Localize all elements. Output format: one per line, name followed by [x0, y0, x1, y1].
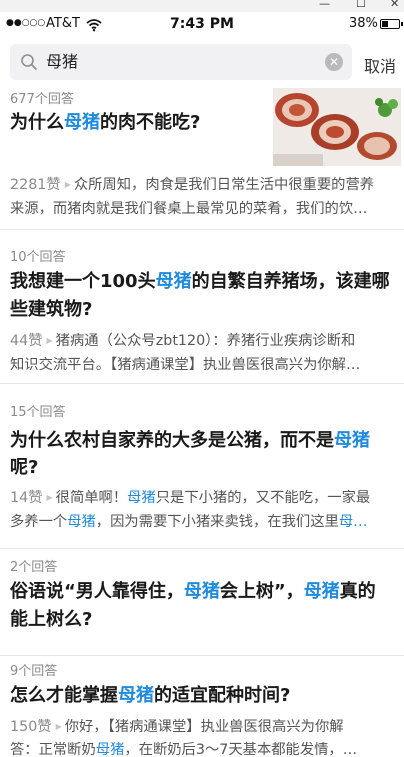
question-title-line2[interactable]: 呢? — [10, 454, 38, 482]
bacon-thumbnail-image[interactable] — [273, 88, 401, 166]
question-title[interactable]: 为什么母猪的肉不能吃? — [10, 109, 200, 137]
answer-excerpt-line2: 多养一个母猪，因为需要下小猪来卖钱，在我们这里母… — [10, 514, 368, 530]
answer-excerpt-line2: 来源，而猪肉就是我们餐桌上最常见的菜肴，我们的饮… — [10, 201, 368, 217]
answer-count: 10个回答 — [10, 250, 66, 265]
window-chrome: — ☐ ✕ — [0, 0, 404, 12]
answer-excerpt-line2: 答：正常断奶母猪，在断奶后3～7天基本都能发情，… — [10, 742, 358, 757]
answer-count: 9个回答 — [10, 664, 58, 679]
cancel-button[interactable]: 取消 — [364, 53, 396, 77]
battery-tip — [401, 22, 403, 26]
battery-icon — [380, 19, 400, 29]
search-input[interactable] — [46, 44, 316, 80]
maximize-button[interactable]: ☐ — [356, 0, 366, 11]
answer-count: 2个回答 — [10, 560, 58, 575]
search-icon — [21, 54, 37, 70]
search-bar: ✕ 取消 — [0, 40, 404, 86]
answer-excerpt: 2281赞 ▶ 众所周知，肉食是我们日常生活中很重要的营养 — [10, 177, 375, 193]
answer-count: 15个回答 — [10, 405, 66, 420]
battery-percent: 38% — [349, 16, 378, 31]
list-item[interactable]: 677个回答 为什么母猪的肉不能吃? 2281赞 ▶ 众所周知，肉食是我们日常生活中… — [0, 86, 404, 230]
list-item[interactable]: 2个回答 俗语说“男人靠得住，母猪会上树”，母猪真的 能上树么? — [0, 556, 404, 656]
list-item[interactable]: 10个回答 我想建一个100头母猪的自繁自养猪场，该建哪 些建筑物? 44赞 ▶ 猪… — [0, 236, 404, 384]
answer-excerpt: 150赞 ▶ 你好，【猪病通课堂】执业兽医很高兴为你解 — [10, 719, 344, 735]
close-window-button[interactable]: ✕ — [390, 0, 399, 11]
question-title[interactable]: 俗语说“男人靠得住，母猪会上树”，母猪真的 — [10, 578, 376, 606]
answer-excerpt: 44赞 ▶ 猪病通（公众号zbt120）：养猪行业疾病诊断和 — [10, 333, 356, 349]
answer-excerpt-line2: 知识交流平台。【猪病通课堂】执业兽医很高兴为你解… — [10, 357, 361, 373]
question-title[interactable]: 为什么农村自家养的大多是公猪，而不是母猪 — [10, 427, 370, 455]
list-item[interactable]: 9个回答 怎么才能掌握母猪的适宜配种时间? 150赞 ▶ 你好，【猪病通课堂】执业兽… — [0, 656, 404, 757]
answer-excerpt: 14赞 ▶ 很简单啊！母猪只是下小猪的，又不能吃，一家最 — [10, 490, 371, 506]
question-title-line2[interactable]: 能上树么? — [10, 606, 92, 634]
question-title[interactable]: 怎么才能掌握母猪的适宜配种时间? — [10, 682, 290, 710]
battery-level — [382, 21, 388, 27]
question-title-line2[interactable]: 些建筑物? — [10, 296, 92, 324]
status-time: 7:43 PM — [170, 16, 234, 32]
search-box[interactable]: ✕ — [10, 44, 352, 80]
question-title[interactable]: 我想建一个100头母猪的自繁自养猪场，该建哪 — [10, 268, 390, 296]
status-bar: ●●○○○ AT&T 7:43 PM 38% — [0, 13, 404, 35]
minimize-button[interactable]: — — [319, 0, 330, 11]
answer-count: 677个回答 — [10, 92, 74, 107]
list-item[interactable]: 15个回答 为什么农村自家养的大多是公猪，而不是母猪 呢? 14赞 ▶ 很简单啊！母… — [0, 391, 404, 549]
clear-search-icon[interactable]: ✕ — [325, 53, 343, 71]
